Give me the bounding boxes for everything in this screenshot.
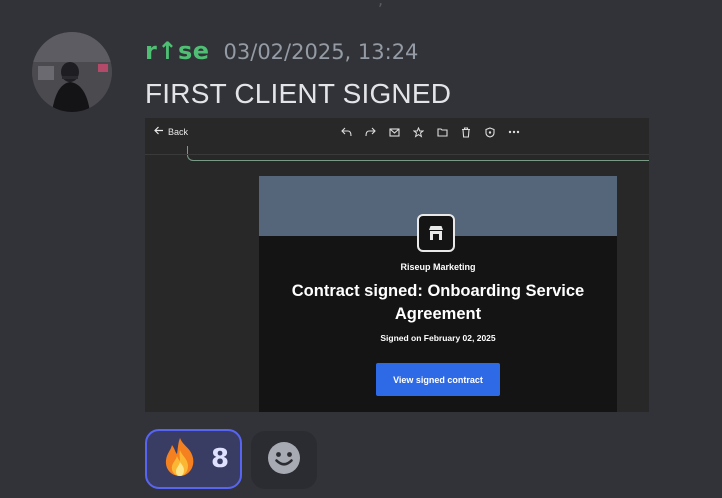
image-attachment[interactable]: Back Riseup Marketing Contract signed: O…: [145, 118, 649, 412]
reply-icon: [339, 125, 353, 139]
fire-emoji-icon: [159, 436, 201, 482]
folder-icon: [435, 125, 449, 139]
trash-icon: [459, 125, 473, 139]
fire-reaction[interactable]: 8: [145, 429, 242, 489]
message-header: r↑se 03/02/2025, 13:24: [145, 37, 418, 65]
mail-actions: [339, 125, 521, 139]
reaction-count: 8: [211, 444, 230, 474]
email-title: Contract signed: Onboarding Service Agre…: [291, 282, 585, 323]
toolbar-divider: [145, 154, 649, 155]
spam-icon: [483, 125, 497, 139]
previous-message-fragment: ,: [378, 0, 383, 9]
signed-date: Signed on February 02, 2025: [380, 333, 496, 343]
message-timestamp: 03/02/2025, 13:24: [223, 40, 419, 64]
more-icon: [507, 125, 521, 139]
avatar[interactable]: [32, 32, 112, 112]
mark-read-icon: [387, 125, 401, 139]
username[interactable]: r↑se: [145, 37, 210, 65]
forward-icon: [363, 125, 377, 139]
back-button: Back: [154, 126, 188, 137]
message-text: FIRST CLIENT SIGNED: [145, 78, 452, 109]
star-icon: [411, 125, 425, 139]
back-arrow-icon: [154, 126, 164, 137]
add-reaction-button[interactable]: [251, 431, 317, 489]
email-card: Riseup Marketing Contract signed: Onboar…: [259, 176, 617, 412]
store-icon: [417, 214, 455, 252]
company-name: Riseup Marketing: [400, 262, 476, 272]
smiley-icon: [267, 441, 301, 479]
back-label: Back: [168, 126, 189, 137]
mail-toolbar: Back: [145, 118, 649, 148]
view-contract-button: View signed contract: [376, 363, 500, 396]
chat-message-view: , r↑se 03/02/2025, 13:24 FIRST CLIENT SI…: [0, 0, 722, 498]
